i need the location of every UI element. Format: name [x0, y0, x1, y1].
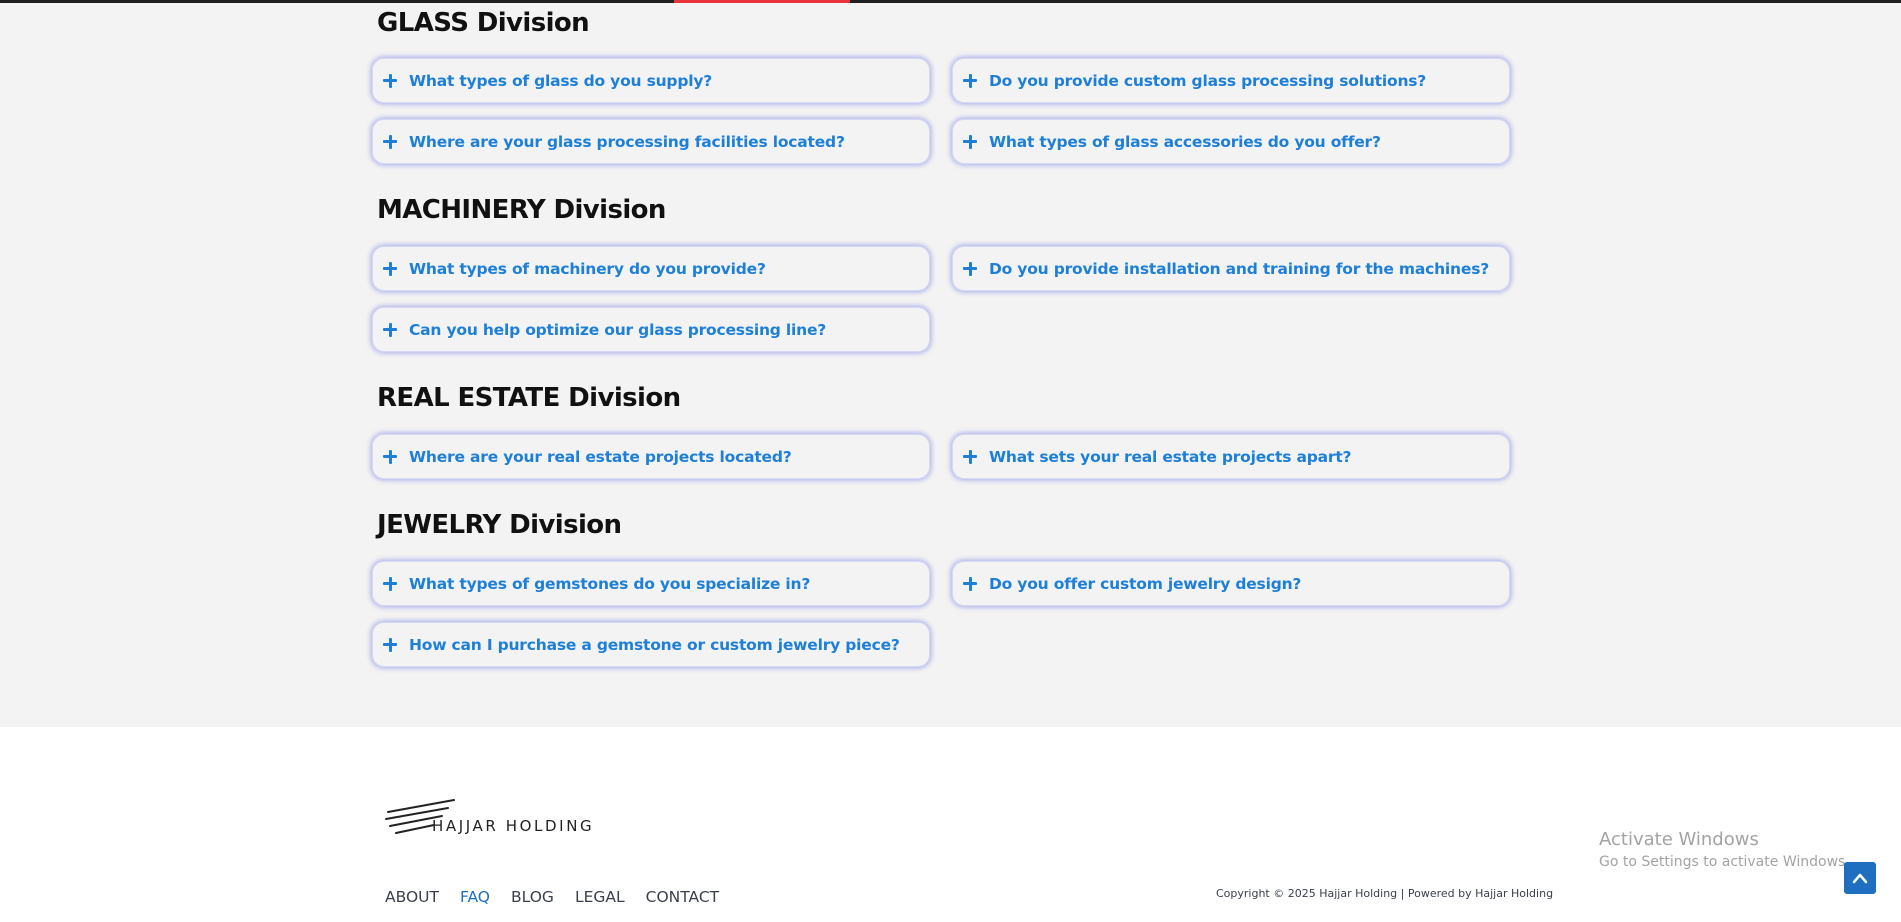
plus-icon [963, 449, 977, 464]
faq-question: What types of machinery do you provide? [409, 259, 766, 278]
faq-question: How can I purchase a gemstone or custom … [409, 635, 900, 654]
windows-activation-watermark: Activate Windows Go to Settings to activ… [1599, 829, 1850, 870]
plus-icon [963, 576, 977, 591]
plus-icon [963, 73, 977, 88]
section-title-real-estate: REAL ESTATE Division [377, 383, 681, 413]
copyright-text: Copyright © 2025 Hajjar Holding | Powere… [1216, 887, 1554, 900]
plus-icon [963, 261, 977, 276]
plus-icon [383, 73, 397, 88]
plus-icon [383, 134, 397, 149]
scroll-progress-bar [674, 0, 850, 3]
plus-icon [383, 449, 397, 464]
faq-item[interactable]: Do you offer custom jewelry design? [952, 561, 1510, 606]
faq-question: What types of glass do you supply? [409, 71, 713, 90]
faq-item[interactable]: What types of gemstones do you specializ… [372, 561, 930, 606]
section-title-jewelry: JEWELRY Division [377, 510, 622, 540]
footer-nav: ABOUT FAQ BLOG LEGAL CONTACT [385, 888, 719, 906]
faq-question: What types of gemstones do you specializ… [409, 574, 811, 593]
faq-item[interactable]: What types of glass do you supply? [372, 58, 930, 103]
faq-question: Do you provide custom glass processing s… [989, 71, 1427, 90]
plus-icon [383, 576, 397, 591]
footer-link-legal[interactable]: LEGAL [575, 888, 625, 906]
chevron-up-icon [1852, 873, 1868, 884]
faq-item[interactable]: Do you provide custom glass processing s… [952, 58, 1510, 103]
scroll-to-top-button[interactable] [1844, 862, 1876, 894]
faq-item[interactable]: Where are your glass processing faciliti… [372, 119, 930, 164]
faq-question: Where are your glass processing faciliti… [409, 132, 845, 151]
faq-question: Where are your real estate projects loca… [409, 447, 792, 466]
site-footer: HAJJAR HOLDING ABOUT FAQ BLOG LEGAL CONT… [0, 727, 1901, 922]
faq-question: What sets your real estate projects apar… [989, 447, 1352, 466]
plus-icon [963, 134, 977, 149]
faq-item[interactable]: What types of machinery do you provide? [372, 246, 930, 291]
activation-title: Activate Windows [1599, 829, 1759, 850]
faq-item[interactable]: Can you help optimize our glass processi… [372, 307, 930, 352]
footer-link-about[interactable]: ABOUT [385, 888, 439, 906]
faq-item[interactable]: What sets your real estate projects apar… [952, 434, 1510, 479]
top-bar [0, 0, 1901, 3]
faq-question: Do you provide installation and training… [989, 259, 1490, 278]
activation-subtitle: Go to Settings to activate Windows. [1599, 854, 1850, 870]
section-title-machinery: MACHINERY Division [377, 195, 666, 225]
faq-question: Can you help optimize our glass processi… [409, 320, 827, 339]
faq-question: Do you offer custom jewelry design? [989, 574, 1302, 593]
logo-mark: HAJJAR HOLDING [385, 799, 594, 835]
company-logo[interactable]: HAJJAR HOLDING [384, 799, 594, 837]
section-title-glass: GLASS Division [377, 8, 590, 38]
faq-item[interactable]: Do you provide installation and training… [952, 246, 1510, 291]
plus-icon [383, 322, 397, 337]
footer-link-blog[interactable]: BLOG [511, 888, 554, 906]
faq-question: What types of glass accessories do you o… [989, 132, 1381, 151]
footer-link-contact[interactable]: CONTACT [646, 888, 720, 906]
plus-icon [383, 637, 397, 652]
faq-item[interactable]: Where are your real estate projects loca… [372, 434, 930, 479]
plus-icon [383, 261, 397, 276]
footer-link-faq[interactable]: FAQ [460, 888, 490, 906]
faq-item[interactable]: What types of glass accessories do you o… [952, 119, 1510, 164]
faq-item[interactable]: How can I purchase a gemstone or custom … [372, 622, 930, 667]
logo-text: HAJJAR HOLDING [432, 817, 594, 835]
